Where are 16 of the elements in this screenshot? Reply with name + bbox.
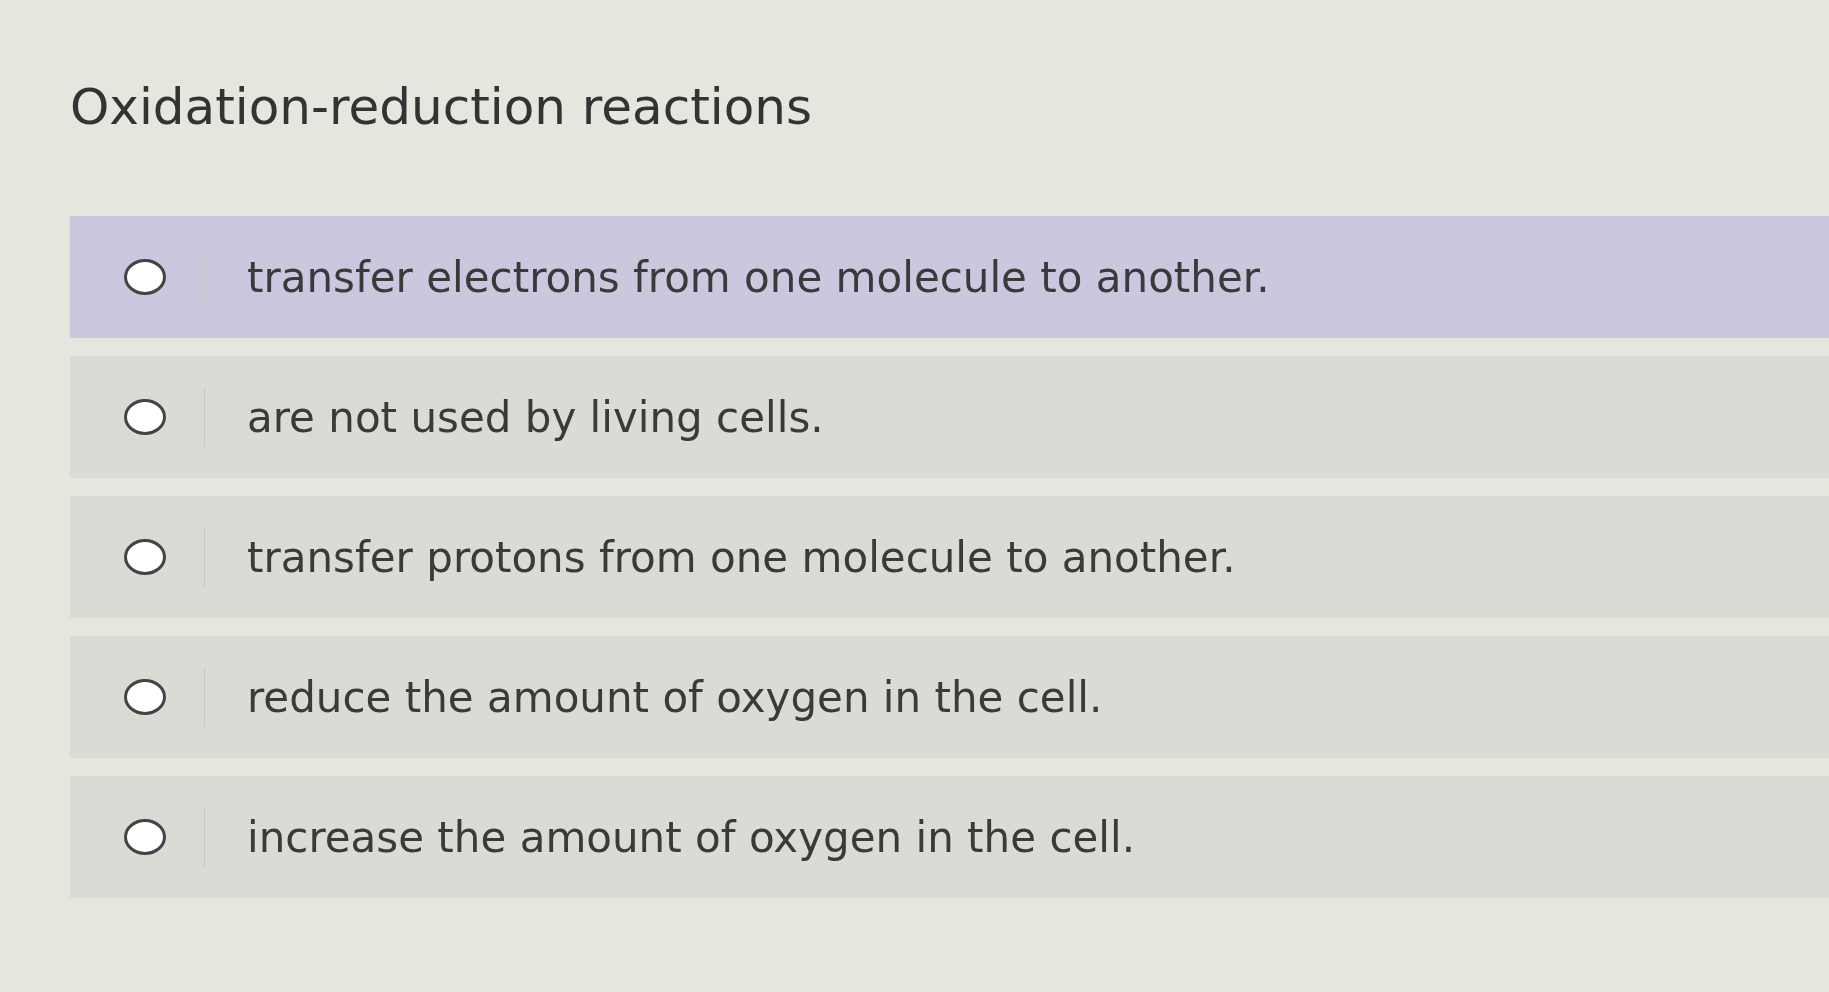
radio-button[interactable]: [124, 259, 166, 295]
option-text: transfer protons from one molecule to another.: [247, 532, 1236, 582]
answer-option[interactable]: transfer electrons from one molecule to another.: [70, 216, 1829, 338]
radio-button[interactable]: [124, 539, 166, 575]
answer-option[interactable]: increase the amount of oxygen in the cell.: [70, 776, 1829, 898]
option-text: reduce the amount of oxygen in the cell.: [247, 672, 1103, 722]
question-title: Oxidation-reduction reactions: [70, 78, 814, 136]
answer-option[interactable]: reduce the amount of oxygen in the cell.: [70, 636, 1829, 758]
answer-option[interactable]: transfer protons from one molecule to another.: [70, 496, 1829, 618]
radio-button[interactable]: [124, 399, 166, 435]
option-text: are not used by living cells.: [247, 392, 824, 442]
answer-option[interactable]: are not used by living cells.: [70, 356, 1829, 478]
radio-button[interactable]: [124, 679, 166, 715]
radio-button[interactable]: [124, 819, 166, 855]
option-text: transfer electrons from one molecule to another.: [247, 252, 1270, 302]
option-text: increase the amount of oxygen in the cell.: [247, 812, 1135, 862]
